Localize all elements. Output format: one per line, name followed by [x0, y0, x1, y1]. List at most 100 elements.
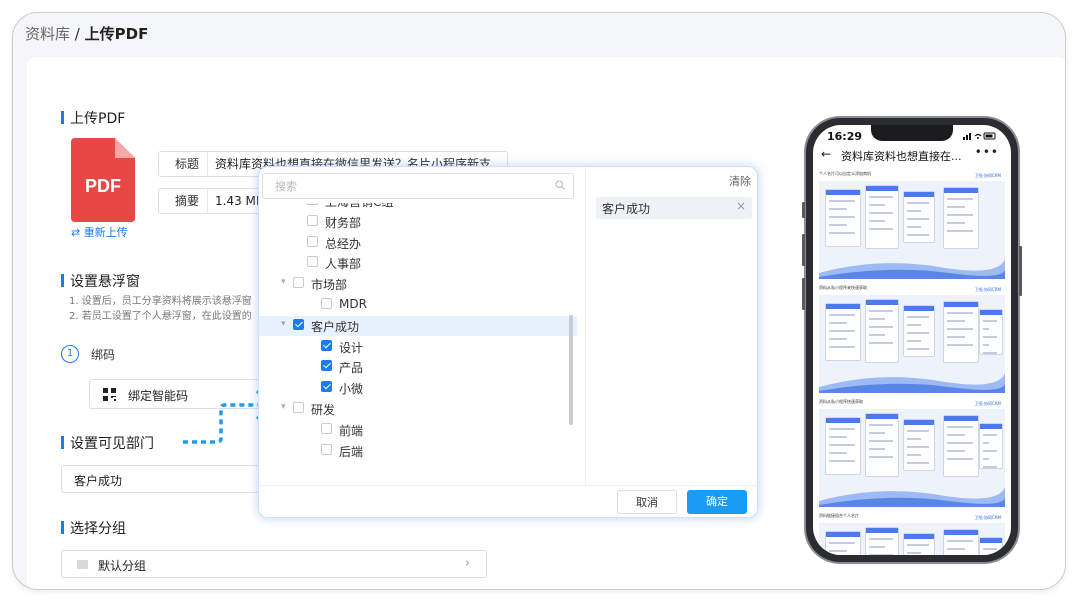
search-input[interactable]	[273, 179, 537, 194]
clear-button[interactable]: 清除	[729, 173, 751, 189]
preview-mini-line	[869, 538, 893, 540]
preview-mini-line	[907, 218, 929, 220]
preview-mini-line	[907, 324, 921, 326]
preview-mini-line	[907, 552, 921, 554]
tree-checkbox[interactable]	[307, 214, 318, 226]
tree-row-label: 财务部	[325, 215, 362, 230]
tree-row[interactable]: 财务部	[259, 212, 577, 232]
preview-slide: 资料链接组合个人名片 卫瓴·协同CRM	[819, 513, 1005, 555]
tree-checkbox[interactable]	[293, 402, 304, 413]
tree-checkbox[interactable]	[307, 203, 318, 205]
tree-row[interactable]: 产品	[259, 357, 577, 377]
preview-mini-screen	[903, 419, 935, 471]
close-icon[interactable]: ×	[736, 199, 746, 213]
summary-field-label: 摘要	[159, 189, 209, 213]
dialog-footer: 取消 确定	[259, 485, 757, 517]
upload-section-title-text: 上传PDF	[70, 111, 126, 127]
step-label: 绑码	[91, 348, 116, 362]
preview-mini-screen	[943, 529, 979, 555]
status-icons	[963, 132, 996, 140]
floating-note-2: 2. 若员工设置了个人悬浮窗，在此设置的	[69, 311, 252, 322]
tree-checkbox[interactable]	[293, 277, 304, 289]
status-time: 16:29	[827, 130, 863, 143]
preview-mini-line	[829, 330, 855, 332]
tree-scrollbar[interactable]	[569, 315, 573, 425]
tree-checkbox[interactable]	[321, 443, 332, 455]
visible-dept-section-title: 设置可见部门	[61, 433, 154, 453]
tree-row-label: 客户成功	[311, 319, 360, 334]
preview-mini-line	[983, 434, 997, 436]
tree-checkbox[interactable]	[321, 381, 332, 393]
phone-side-button	[802, 202, 805, 218]
tree-row[interactable]: 上海营销C组	[259, 203, 577, 211]
tree-checkbox[interactable]	[321, 360, 332, 372]
reupload-button[interactable]: ⇄ 重新上传	[71, 224, 128, 240]
breadcrumb-parent[interactable]: 资料库	[25, 25, 70, 43]
upload-section-title: 上传PDF	[61, 108, 125, 128]
preview-mini-header	[980, 310, 1002, 315]
tree-checkbox[interactable]	[307, 235, 318, 247]
caret-down-icon[interactable]: ▾	[281, 402, 286, 412]
preview-mini-line	[907, 316, 929, 318]
tree-row[interactable]: 人事部	[259, 253, 577, 273]
preview-mini-line	[983, 450, 997, 452]
preview-mini-line	[983, 320, 997, 322]
preview-mini-line	[869, 334, 885, 336]
phone-side-button	[802, 278, 805, 310]
tree-row[interactable]: 前端	[259, 420, 577, 440]
preview-mini-screen	[865, 527, 899, 555]
preview-mini-line	[869, 432, 885, 434]
preview-mini-header	[904, 192, 934, 197]
tree-row[interactable]: ▾ 客户成功	[259, 315, 577, 336]
preview-mini-line	[983, 344, 989, 346]
tree-row-label: 后端	[339, 444, 364, 459]
preview-mini-line	[947, 214, 973, 216]
breadcrumb-current: 上传PDF	[84, 25, 149, 43]
caret-down-icon[interactable]: ▾	[281, 319, 286, 329]
tree-row[interactable]: 设计	[259, 337, 577, 357]
summary-field-value[interactable]: 1.43 MB	[215, 189, 264, 213]
tree-row[interactable]: ▾ 市场部	[259, 274, 577, 294]
tree-checkbox[interactable]	[321, 339, 332, 351]
preview-mini-line	[947, 336, 965, 338]
section-marker	[61, 436, 64, 449]
preview-slide-wave	[819, 259, 1005, 279]
preview-mini-line	[947, 328, 973, 330]
confirm-button[interactable]: 确定	[687, 490, 747, 514]
floating-section-title-text: 设置悬浮窗	[70, 274, 140, 290]
preview-mini-line	[907, 210, 921, 212]
group-select[interactable]: 默认分组 ›	[61, 550, 487, 578]
back-arrow-icon[interactable]: ←	[821, 147, 831, 161]
tree-row[interactable]: 小微	[259, 378, 577, 398]
preview-mini-line	[947, 230, 973, 232]
tree-row-label: 前端	[339, 423, 364, 438]
caret-down-icon[interactable]: ▾	[281, 277, 286, 287]
section-marker	[61, 521, 64, 534]
tree-row[interactable]: 总经办	[259, 233, 577, 253]
tree-row[interactable]: ▾ 研发	[259, 399, 577, 419]
preview-slide: 个人名片可以自定义添加商机 卫瓴·协同CRM	[819, 171, 1005, 279]
tree-checkbox[interactable]	[307, 256, 318, 268]
preview-mini-line	[829, 460, 855, 462]
preview-mini-line	[947, 450, 965, 452]
tree-checkbox[interactable]	[321, 422, 332, 434]
preview-mini-line	[947, 548, 965, 550]
tree-checkbox[interactable]	[321, 298, 332, 309]
preview-mini-screen	[825, 531, 861, 555]
tree-row[interactable]: MDR	[259, 295, 577, 315]
preview-mini-line	[869, 310, 893, 312]
search-icon	[555, 180, 565, 190]
tree-row[interactable]: 后端	[259, 441, 577, 461]
preview-slide-logo: 卫瓴·协同CRM	[974, 173, 1001, 178]
preview-mini-line	[829, 216, 855, 218]
preview-mini-line	[869, 440, 893, 442]
tree-row-label: 总经办	[325, 236, 362, 251]
preview-mini-line	[829, 200, 855, 202]
preview-mini-header	[866, 414, 898, 419]
cancel-button[interactable]: 取消	[617, 490, 677, 514]
more-icon[interactable]: •••	[975, 145, 999, 159]
preview-mini-screen	[825, 189, 861, 247]
preview-mini-line	[907, 454, 921, 456]
preview-mini-line	[947, 458, 973, 460]
tree-checkbox[interactable]	[293, 318, 304, 330]
